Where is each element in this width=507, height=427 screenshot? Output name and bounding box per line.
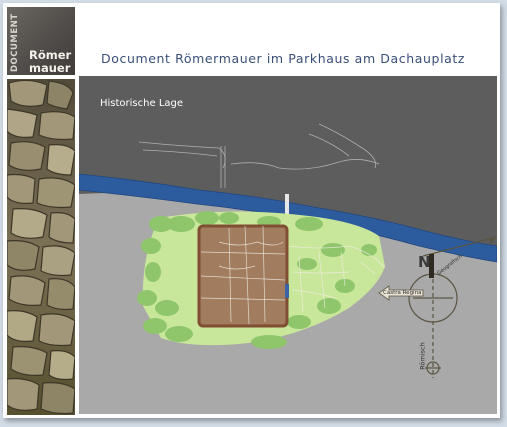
page-frame: DOCUMENT Römer mauer Document Römermauer…: [3, 3, 500, 418]
roman-wall-photo: [7, 79, 75, 415]
document-site-marker: [285, 284, 289, 298]
logo-word-1: Römer: [29, 48, 72, 62]
roman-fort: [197, 224, 289, 328]
northern-streams: [138, 123, 380, 188]
north-letter: N: [418, 253, 431, 271]
roman-axis-label: Römisch: [418, 342, 427, 370]
document-logo[interactable]: DOCUMENT Römer mauer: [7, 7, 75, 75]
castra-regina-label: Castra Regina: [383, 290, 422, 296]
logo-vertical-text: DOCUMENT: [10, 13, 20, 72]
map-canvas: [79, 123, 497, 414]
page-title: Document Römermauer im Parkhaus am Dacha…: [101, 51, 466, 66]
geo-arrow-tip: [489, 236, 497, 244]
historical-map: Historische Lage N Castra Regina Römisch…: [79, 76, 497, 414]
map-subtitle: Historische Lage: [100, 98, 184, 109]
logo-word-2: mauer: [29, 61, 71, 75]
